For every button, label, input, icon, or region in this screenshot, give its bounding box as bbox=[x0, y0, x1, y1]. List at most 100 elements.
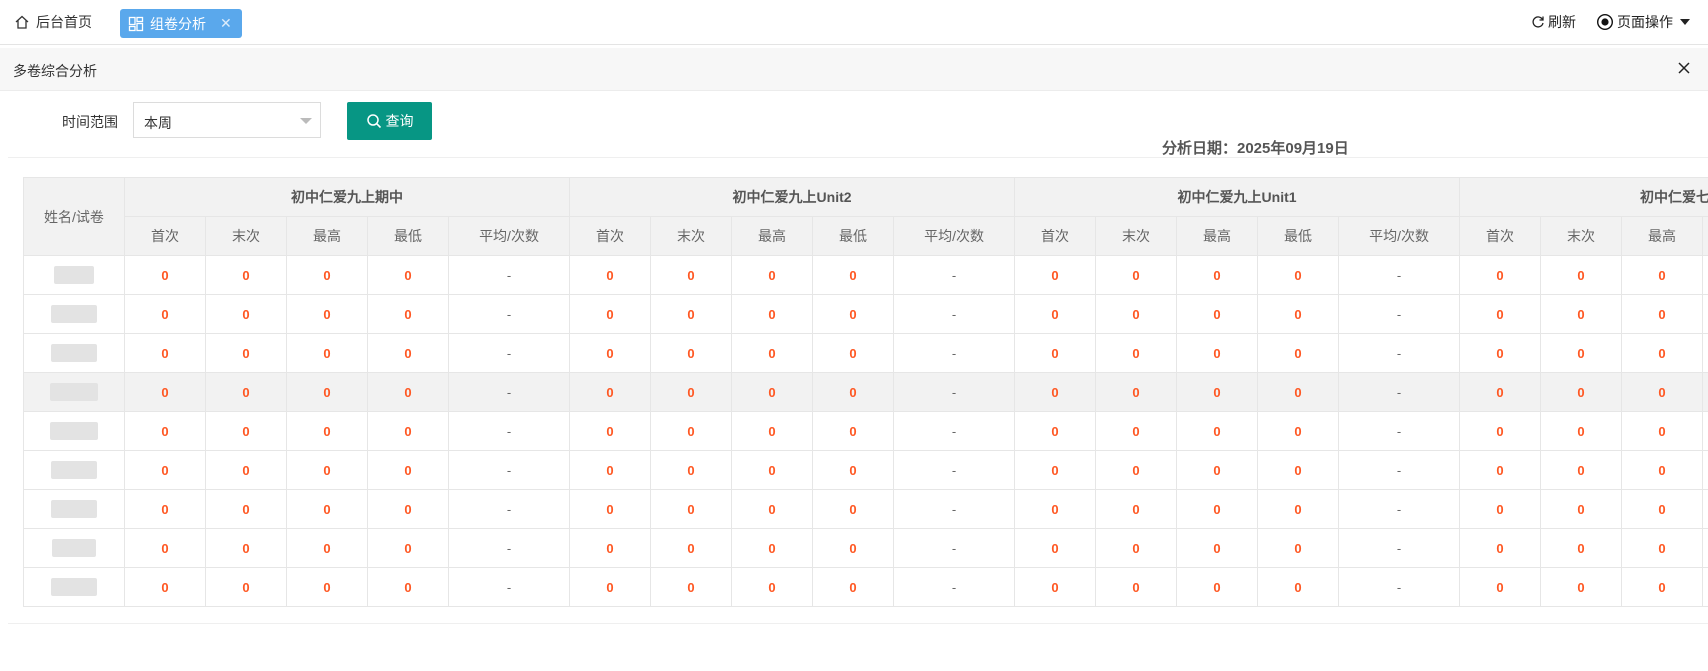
score-cell: 0 bbox=[124, 450, 206, 490]
score-cell: 0 bbox=[1095, 489, 1178, 529]
score-cell: 0 bbox=[1459, 489, 1542, 529]
page-operations-dropdown[interactable]: 页面操作 bbox=[1596, 12, 1690, 32]
table-row[interactable]: 0000-0000-0000-0000- bbox=[23, 567, 1708, 607]
score-cell: - bbox=[1338, 450, 1461, 490]
score-cell: 0 bbox=[650, 567, 733, 607]
close-icon[interactable]: ✕ bbox=[220, 15, 232, 32]
score-cell: 0 bbox=[286, 489, 368, 529]
score-cell: 0 bbox=[731, 567, 814, 607]
tab-exam-analysis[interactable]: 组卷分析 ✕ bbox=[120, 9, 242, 38]
page-operations-label: 页面操作 bbox=[1617, 14, 1673, 30]
student-name-cell bbox=[23, 294, 125, 334]
table-row[interactable]: 0000-0000-0000-0000- bbox=[23, 528, 1708, 568]
refresh-button[interactable]: 刷新 bbox=[1531, 12, 1576, 32]
score-cell: 0 bbox=[569, 255, 652, 295]
score-cell: 0 bbox=[205, 372, 287, 412]
score-cell: 0 bbox=[812, 450, 895, 490]
exam-group-header: 初中仁爱七上 bbox=[1459, 177, 1708, 217]
score-cell: 0 bbox=[1176, 294, 1259, 334]
table-row[interactable]: 0000-0000-0000-0000- bbox=[23, 372, 1708, 412]
score-cell: 0 bbox=[124, 411, 206, 451]
score-cell: 0 bbox=[650, 528, 733, 568]
metric-column-header: 最高 bbox=[1176, 216, 1259, 256]
score-cell: 0 bbox=[124, 567, 206, 607]
redacted-name bbox=[54, 266, 94, 284]
score-cell: 0 bbox=[1095, 333, 1178, 373]
score-cell: 0 bbox=[569, 489, 652, 529]
table-row[interactable]: 0000-0000-0000-0000- bbox=[23, 489, 1708, 529]
query-button[interactable]: 查询 bbox=[347, 102, 432, 140]
score-cell: 0 bbox=[1621, 333, 1704, 373]
score-cell: 0 bbox=[1540, 294, 1623, 334]
metric-column-header: 末次 bbox=[1095, 216, 1178, 256]
table-row[interactable]: 0000-0000-0000-0000- bbox=[23, 411, 1708, 451]
metric-column-header: 末次 bbox=[205, 216, 287, 256]
redacted-name bbox=[51, 461, 97, 479]
score-cell: 0 bbox=[367, 567, 449, 607]
score-cell: 0 bbox=[1621, 528, 1704, 568]
score-cell: 0 bbox=[286, 450, 368, 490]
score-cell: 0 bbox=[1702, 567, 1708, 607]
score-cell: - bbox=[1338, 255, 1461, 295]
score-cell: 0 bbox=[1459, 255, 1542, 295]
score-cell: 0 bbox=[367, 255, 449, 295]
score-cell: 0 bbox=[1095, 567, 1178, 607]
metric-column-header: 平均/次数 bbox=[893, 216, 1016, 256]
score-cell: 0 bbox=[812, 372, 895, 412]
score-cell: 0 bbox=[569, 333, 652, 373]
score-cell: 0 bbox=[1540, 489, 1623, 529]
score-cell: 0 bbox=[205, 450, 287, 490]
score-cell: 0 bbox=[731, 411, 814, 451]
score-cell: 0 bbox=[812, 333, 895, 373]
student-name-cell bbox=[23, 255, 125, 295]
score-cell: - bbox=[1338, 411, 1461, 451]
close-icon[interactable] bbox=[1676, 60, 1692, 76]
score-cell: 0 bbox=[650, 255, 733, 295]
score-cell: 0 bbox=[1257, 567, 1340, 607]
student-name-cell bbox=[23, 333, 125, 373]
metric-column-header: 平均/次数 bbox=[447, 216, 571, 256]
score-cell: - bbox=[447, 294, 571, 334]
score-cell: 0 bbox=[1176, 411, 1259, 451]
tab-exam-analysis-label: 组卷分析 bbox=[150, 15, 206, 32]
score-cell: - bbox=[447, 489, 571, 529]
score-cell: 0 bbox=[1257, 294, 1340, 334]
score-cell: 0 bbox=[569, 411, 652, 451]
score-cell: - bbox=[893, 372, 1016, 412]
score-cell: 0 bbox=[124, 294, 206, 334]
table-row[interactable]: 0000-0000-0000-0000- bbox=[23, 255, 1708, 295]
score-cell: - bbox=[1338, 489, 1461, 529]
score-cell: - bbox=[447, 411, 571, 451]
score-cell: 0 bbox=[731, 294, 814, 334]
score-cell: 0 bbox=[205, 489, 287, 529]
score-cell: 0 bbox=[1702, 489, 1708, 529]
score-cell: 0 bbox=[1257, 411, 1340, 451]
score-cell: - bbox=[1338, 333, 1461, 373]
metric-column-header: 最低 bbox=[812, 216, 895, 256]
table-row[interactable]: 0000-0000-0000-0000- bbox=[23, 450, 1708, 490]
score-cell: 0 bbox=[1014, 528, 1097, 568]
query-button-label: 查询 bbox=[385, 113, 414, 129]
score-cell: 0 bbox=[1014, 450, 1097, 490]
table-row[interactable]: 0000-0000-0000-0000- bbox=[23, 294, 1708, 334]
redacted-name bbox=[51, 578, 97, 596]
score-cell: 0 bbox=[731, 372, 814, 412]
table-row[interactable]: 0000-0000-0000-0000- bbox=[23, 333, 1708, 373]
score-cell: 0 bbox=[1702, 372, 1708, 412]
score-cell: 0 bbox=[650, 411, 733, 451]
score-cell: 0 bbox=[650, 450, 733, 490]
score-cell: 0 bbox=[569, 294, 652, 334]
score-cell: 0 bbox=[1621, 489, 1704, 529]
redacted-name bbox=[52, 539, 96, 557]
score-cell: 0 bbox=[124, 489, 206, 529]
analysis-table-container[interactable]: 姓名/试卷初中仁爱九上期中初中仁爱九上Unit2初中仁爱九上Unit1初中仁爱七… bbox=[23, 177, 1708, 607]
time-range-select[interactable]: 本周 bbox=[133, 102, 321, 138]
redacted-name bbox=[50, 422, 98, 440]
home-icon bbox=[15, 15, 29, 29]
score-cell: 0 bbox=[812, 294, 895, 334]
score-cell: - bbox=[447, 372, 571, 412]
time-range-label: 时间范围 bbox=[62, 114, 118, 130]
tab-home[interactable]: 后台首页 bbox=[14, 8, 92, 36]
score-cell: - bbox=[893, 450, 1016, 490]
panel-title: 多卷综合分析 bbox=[13, 63, 97, 79]
